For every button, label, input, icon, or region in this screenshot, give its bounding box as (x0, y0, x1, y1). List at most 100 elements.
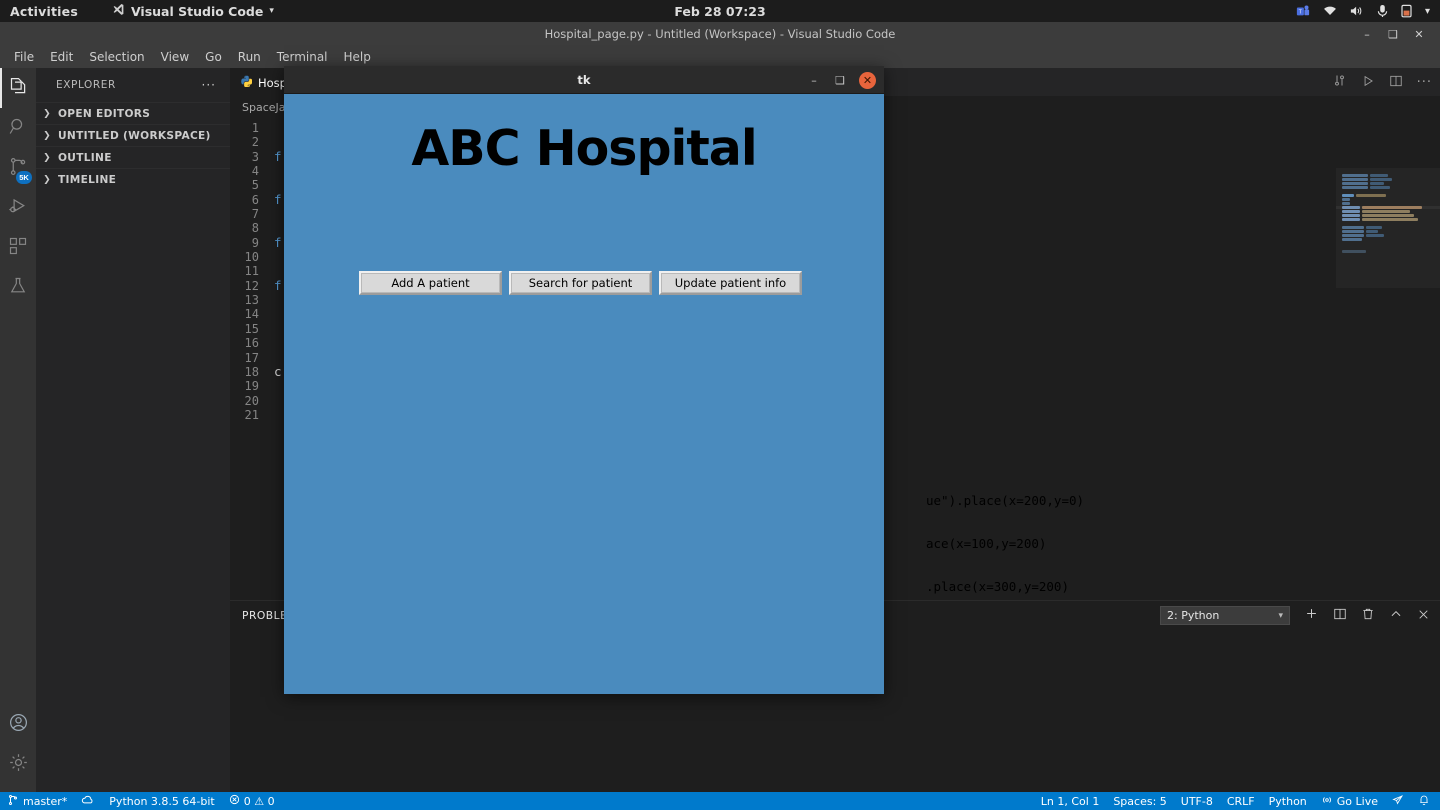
terminal-selector[interactable]: 2: Python ▾ (1160, 606, 1290, 625)
add-patient-button[interactable]: Add A patient (359, 271, 502, 295)
close-button[interactable]: ✕ (1406, 22, 1432, 46)
teams-icon[interactable]: T (1296, 4, 1310, 18)
status-bar-left: master* Python 3.8.5 64-bit 0 ⚠ 0 (0, 792, 282, 810)
sidebar-section-untitled-workspace[interactable]: ❯ UNTITLED (WORKSPACE) (36, 124, 230, 146)
chevron-down-icon[interactable]: ▾ (1425, 6, 1430, 17)
chevron-right-icon: ❯ (43, 152, 51, 163)
status-go-live[interactable]: Go Live (1314, 792, 1385, 810)
feedback-icon (1392, 794, 1404, 809)
status-problems[interactable]: 0 ⚠ 0 (222, 792, 282, 810)
sidebar-section-outline[interactable]: ❯ OUTLINE (36, 146, 230, 168)
extensions-icon (8, 236, 28, 260)
tk-minimize-button[interactable]: – (807, 74, 821, 87)
minimize-button[interactable]: – (1354, 22, 1380, 46)
editor-more-actions-icon[interactable]: ··· (1417, 75, 1432, 90)
status-python-label: Python 3.8.5 64-bit (109, 794, 215, 808)
status-editor-position[interactable]: Ln 1, Col 1 (1034, 792, 1107, 810)
settings-gear-icon[interactable] (0, 742, 36, 782)
chevron-right-icon: ❯ (43, 174, 51, 185)
maximize-button[interactable]: ❑ (1380, 22, 1406, 46)
run-python-file-icon[interactable] (1361, 73, 1375, 92)
update-patient-button[interactable]: Update patient info (659, 271, 802, 295)
status-feedback[interactable] (1385, 792, 1411, 810)
battery-icon[interactable] (1401, 4, 1412, 18)
source-control-badge: 5K (16, 171, 32, 184)
activities-button[interactable]: Activities (10, 4, 78, 19)
wifi-icon[interactable] (1323, 5, 1337, 17)
sidebar-section-open-editors[interactable]: ❯ OPEN EDITORS (36, 102, 230, 124)
status-problems-label: 0 ⚠ 0 (243, 794, 275, 808)
activity-bar-bottom (0, 702, 36, 782)
code-tail-10: ace(x=100,y=200) (926, 535, 1047, 551)
status-indentation[interactable]: Spaces: 5 (1106, 792, 1173, 810)
menu-go[interactable]: Go (197, 48, 230, 66)
status-python-interpreter[interactable]: Python 3.8.5 64-bit (102, 792, 221, 810)
editor-actions: ··· (1332, 68, 1432, 96)
kill-terminal-icon[interactable] (1361, 606, 1375, 625)
sidebar-item-testing[interactable] (0, 268, 36, 308)
refactor-preview-icon[interactable] (1332, 73, 1347, 92)
tk-maximize-button[interactable]: ❑ (833, 74, 847, 87)
menu-bar: File Edit Selection View Go Run Terminal… (0, 46, 1440, 68)
broadcast-icon (1321, 794, 1333, 809)
menu-edit[interactable]: Edit (42, 48, 81, 66)
vscode-title-bar: Hospital_page.py - Untitled (Workspace) … (0, 22, 1440, 46)
window-controls: – ❑ ✕ (1354, 22, 1440, 46)
menu-terminal[interactable]: Terminal (269, 48, 336, 66)
menu-view[interactable]: View (153, 48, 197, 66)
app-menu-button[interactable]: Visual Studio Code ▾ (112, 3, 274, 19)
search-patient-button[interactable]: Search for patient (509, 271, 652, 295)
maximize-panel-icon[interactable] (1389, 606, 1403, 625)
hospital-heading: ABC Hospital (411, 120, 757, 177)
tk-application-window[interactable]: tk – ❑ ✕ ABC Hospital Add A patient Sear… (284, 66, 884, 694)
status-eol[interactable]: CRLF (1220, 792, 1262, 810)
chevron-right-icon: ❯ (43, 108, 51, 119)
new-terminal-icon[interactable] (1304, 606, 1319, 625)
account-icon[interactable] (0, 702, 36, 742)
python-file-icon (240, 75, 253, 90)
volume-icon[interactable] (1350, 5, 1364, 17)
sidebar-section-timeline[interactable]: ❯ TIMELINE (36, 168, 230, 190)
explorer-header: EXPLORER ··· (36, 68, 230, 102)
menu-file[interactable]: File (6, 48, 42, 66)
sidebar-section-label: UNTITLED (WORKSPACE) (58, 129, 211, 142)
status-bar-right: Ln 1, Col 1 Spaces: 5 UTF-8 CRLF Python … (1034, 792, 1440, 810)
split-terminal-icon[interactable] (1333, 606, 1347, 625)
error-warning-icon (229, 794, 240, 808)
microphone-icon[interactable] (1377, 4, 1388, 18)
tk-close-button[interactable]: ✕ (859, 71, 876, 89)
tk-window-controls: – ❑ ✕ (807, 66, 876, 94)
minimap-slider[interactable] (1336, 168, 1440, 288)
panel-actions: 2: Python ▾ (1160, 601, 1430, 630)
sidebar-section-label: OPEN EDITORS (58, 107, 151, 120)
status-language-mode[interactable]: Python (1262, 792, 1314, 810)
window-title: Hospital_page.py - Untitled (Workspace) … (544, 27, 896, 41)
testing-icon (8, 276, 28, 300)
status-sync[interactable] (74, 792, 102, 810)
minimap[interactable] (1336, 168, 1440, 600)
split-editor-icon[interactable] (1389, 73, 1403, 92)
status-branch[interactable]: master* (0, 792, 74, 810)
explorer-title: EXPLORER (56, 79, 116, 91)
tk-title-bar[interactable]: tk – ❑ ✕ (284, 66, 884, 94)
sidebar-item-search[interactable] (0, 108, 36, 148)
sidebar-item-run-debug[interactable] (0, 188, 36, 228)
status-bar: master* Python 3.8.5 64-bit 0 ⚠ 0 Ln 1, … (0, 792, 1440, 810)
status-branch-label: master* (23, 794, 68, 808)
sidebar-item-explorer[interactable] (0, 68, 36, 108)
chevron-right-icon: ❯ (43, 130, 51, 141)
menu-run[interactable]: Run (230, 48, 269, 66)
menu-help[interactable]: Help (336, 48, 379, 66)
status-encoding[interactable]: UTF-8 (1174, 792, 1220, 810)
sidebar-item-extensions[interactable] (0, 228, 36, 268)
close-panel-icon[interactable] (1417, 606, 1430, 625)
explorer-more-actions-icon[interactable]: ··· (202, 78, 216, 92)
source-control-branch-icon (7, 794, 19, 809)
code-tail-11: .place(x=300,y=200) (926, 579, 1069, 594)
sidebar-item-source-control[interactable]: 5K (0, 148, 36, 188)
status-notifications[interactable] (1411, 792, 1440, 810)
sidebar-section-label: TIMELINE (58, 173, 117, 186)
menu-selection[interactable]: Selection (81, 48, 152, 66)
sidebar-section-label: OUTLINE (58, 151, 112, 164)
chevron-down-icon: ▾ (269, 6, 274, 16)
